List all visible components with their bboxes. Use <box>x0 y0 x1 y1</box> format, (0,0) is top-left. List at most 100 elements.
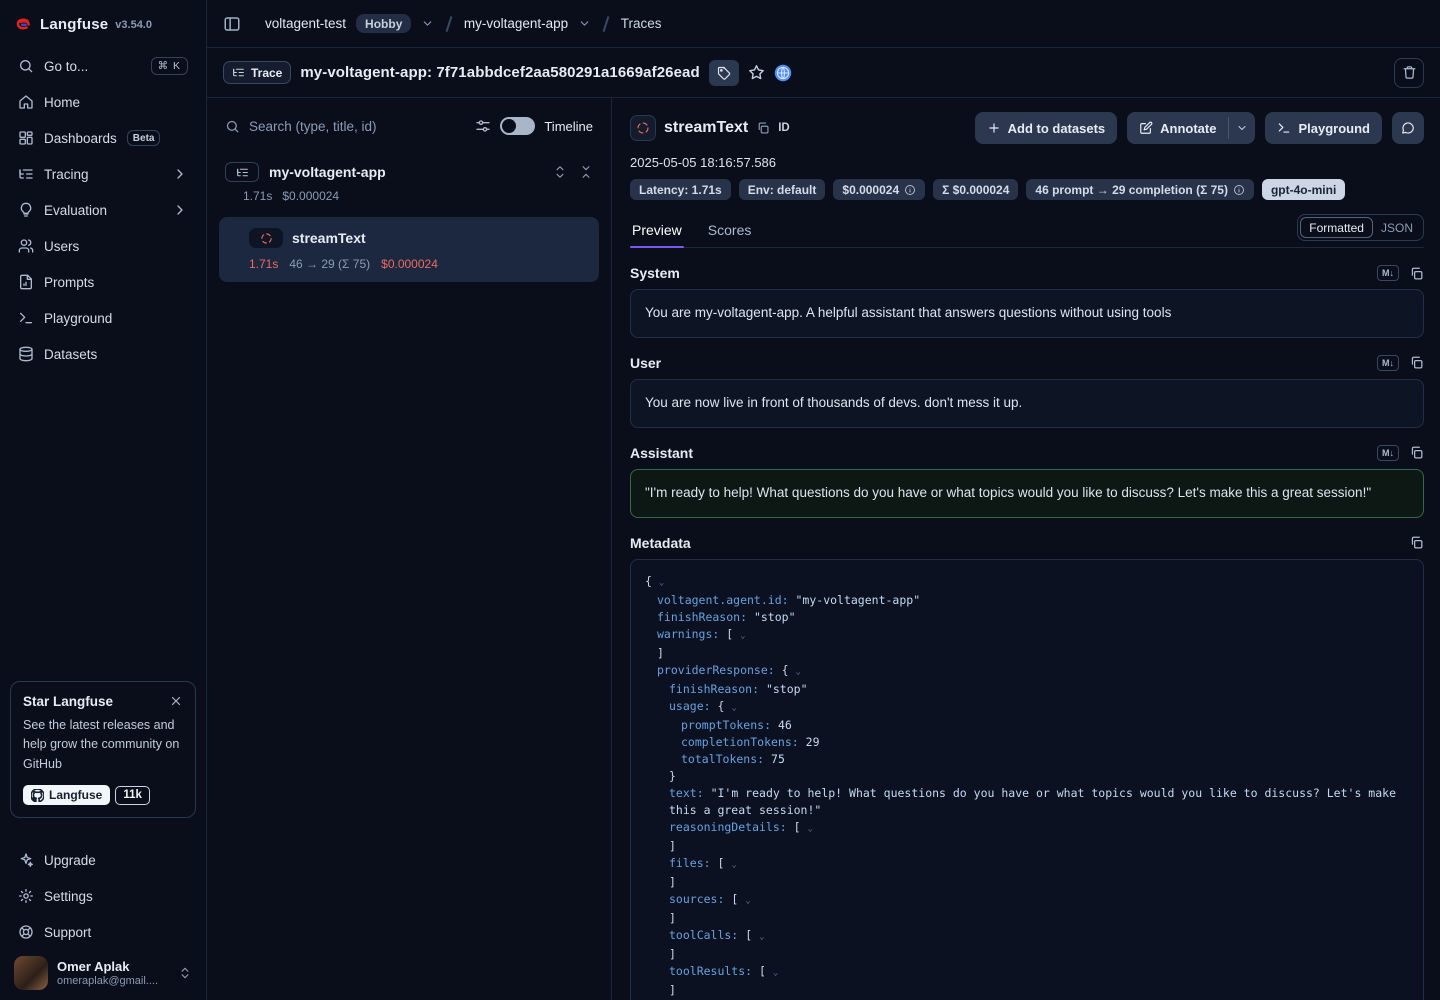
bookmark-star-icon[interactable] <box>748 64 765 81</box>
metric-badge[interactable]: $0.000024 <box>833 179 925 200</box>
format-toggle: Formatted JSON <box>1297 214 1424 241</box>
profile-email: omeraplak@gmail.... <box>57 975 158 987</box>
section-title: User <box>630 355 661 371</box>
format-option-json[interactable]: JSON <box>1373 218 1421 237</box>
breadcrumb-org[interactable]: voltagent-test <box>265 16 346 31</box>
metric-badge[interactable]: 46 prompt → 29 completion (Σ 75) <box>1026 179 1254 200</box>
json-collapse-icon[interactable]: ⌄ <box>740 631 745 641</box>
timeline-toggle[interactable] <box>500 117 535 135</box>
sidebar-item-upgrade[interactable]: Upgrade <box>10 842 196 878</box>
json-line: toolCalls: [ ⌄ <box>645 927 1409 946</box>
tab-scores[interactable]: Scores <box>706 222 754 247</box>
metric-badges: Latency: 1.71s Env: default $0.000024 Σ … <box>630 179 1424 200</box>
sidebar-item-evaluation[interactable]: Evaluation <box>10 192 196 228</box>
sidebar-item-settings[interactable]: Settings <box>10 878 196 914</box>
tab-preview[interactable]: Preview <box>630 222 684 247</box>
copy-icon[interactable] <box>1409 266 1424 281</box>
copy-id-icon[interactable] <box>756 121 770 135</box>
trash-icon <box>1402 65 1417 80</box>
sidebar-item-users[interactable]: Users <box>10 228 196 264</box>
trace-root-node[interactable]: my-voltagent-app <box>219 162 599 182</box>
format-option-formatted[interactable]: Formatted <box>1300 217 1373 238</box>
chevron-down-icon[interactable] <box>578 17 591 30</box>
assistant-message: "I'm ready to help! What questions do yo… <box>630 469 1424 518</box>
github-icon <box>31 789 44 802</box>
lightbulb-icon <box>18 202 34 218</box>
chevrons-up-down-icon[interactable] <box>178 966 192 980</box>
sidebar-item-prompts[interactable]: Prompts <box>10 264 196 300</box>
json-collapse-icon[interactable]: ⌄ <box>731 703 736 713</box>
metric-badge[interactable]: Latency: 1.71s <box>630 179 731 200</box>
json-line: providerResponse: { ⌄ <box>645 662 1409 681</box>
copy-icon[interactable] <box>1409 355 1424 370</box>
metric-badge[interactable]: Σ $0.000024 <box>933 179 1018 200</box>
add-to-datasets-button[interactable]: Add to datasets <box>975 112 1118 144</box>
breadcrumb-project[interactable]: my-voltagent-app <box>464 16 568 31</box>
sidebar-item-support[interactable]: Support <box>10 914 196 950</box>
copy-icon[interactable] <box>1409 535 1424 550</box>
sidebar-item-dashboards[interactable]: Dashboards Beta <box>10 120 196 156</box>
observation-stream-text[interactable]: streamText 1.71s 46 → 29 (Σ 75) $0.00002… <box>219 217 599 282</box>
trace-cost: $0.000024 <box>282 189 339 203</box>
playground-button[interactable]: Playground <box>1265 112 1382 144</box>
metadata-json-viewer: { ⌄voltagent.agent.id: "my-voltagent-app… <box>630 559 1424 1000</box>
info-icon <box>904 184 916 196</box>
goto-shortcut: ⌘ K <box>151 57 188 75</box>
langfuse-logo-icon <box>14 15 33 34</box>
json-collapse-icon[interactable]: ⌄ <box>773 968 778 978</box>
public-globe-icon[interactable] <box>774 64 792 82</box>
goto-button[interactable]: Go to... ⌘ K <box>10 48 196 84</box>
json-collapse-icon[interactable]: ⌄ <box>659 578 664 588</box>
detail-tabs: Preview Scores Formatted JSON <box>630 214 1424 248</box>
chevron-down-icon[interactable] <box>421 17 434 30</box>
gear-icon <box>18 888 34 904</box>
sidebar-item-tracing[interactable]: Tracing <box>10 156 196 192</box>
database-icon <box>18 346 34 362</box>
tag-button[interactable] <box>709 60 739 86</box>
observation-label: streamText <box>292 230 366 246</box>
metric-badge[interactable]: gpt-4o-mini <box>1262 179 1345 200</box>
plan-badge: Hobby <box>356 14 411 33</box>
json-line: finishReason: "stop" <box>645 681 1409 698</box>
json-line: finishReason: "stop" <box>645 609 1409 626</box>
markdown-toggle-icon[interactable]: M↓ <box>1377 265 1399 281</box>
expand-all-icon[interactable] <box>553 165 567 179</box>
terminal-icon <box>1277 121 1291 135</box>
json-line: warnings: [ ⌄ <box>645 626 1409 645</box>
json-line: voltagent.agent.id: "my-voltagent-app" <box>645 592 1409 609</box>
section-system: System M↓ You are my-voltagent-app. A he… <box>630 265 1424 338</box>
collapse-all-icon[interactable] <box>579 165 593 179</box>
filter-sliders-icon[interactable] <box>475 118 491 134</box>
search-input[interactable] <box>249 119 466 134</box>
sidebar-toggle-icon[interactable] <box>223 15 241 33</box>
breadcrumb-section[interactable]: Traces <box>621 16 662 31</box>
github-star-button[interactable]: Langfuse <box>23 785 110 805</box>
sparkle-icon <box>18 852 34 868</box>
json-collapse-icon[interactable]: ⌄ <box>796 667 801 677</box>
sidebar-item-datasets[interactable]: Datasets <box>10 336 196 372</box>
star-card-body: See the latest releases and help grow th… <box>23 716 183 774</box>
user-profile[interactable]: Omer Aplak omeraplak@gmail.... <box>10 950 196 990</box>
json-collapse-icon[interactable]: ⌄ <box>808 824 813 834</box>
copy-icon[interactable] <box>1409 445 1424 460</box>
markdown-toggle-icon[interactable]: M↓ <box>1377 355 1399 371</box>
comment-button[interactable] <box>1392 112 1424 144</box>
json-line: completionTokens: 29 <box>645 734 1409 751</box>
json-collapse-icon[interactable]: ⌄ <box>731 860 736 870</box>
json-line: text: "I'm ready to help! What questions… <box>645 785 1409 819</box>
sidebar-item-home[interactable]: Home <box>10 84 196 120</box>
annotate-dropdown-button[interactable] <box>1229 112 1255 144</box>
json-line: ] <box>645 838 1409 855</box>
trace-latency: 1.71s <box>243 189 272 203</box>
trace-header: Trace my-voltagent-app: 7f71abbdcef2aa58… <box>207 48 1440 98</box>
json-collapse-icon[interactable]: ⌄ <box>745 896 750 906</box>
section-title: System <box>630 265 680 281</box>
close-icon[interactable] <box>169 694 183 708</box>
annotate-button[interactable]: Annotate <box>1127 112 1228 144</box>
json-line: ] <box>645 874 1409 891</box>
sidebar-item-playground[interactable]: Playground <box>10 300 196 336</box>
json-collapse-icon[interactable]: ⌄ <box>759 932 764 942</box>
metric-badge[interactable]: Env: default <box>739 179 826 200</box>
delete-trace-button[interactable] <box>1394 58 1424 88</box>
markdown-toggle-icon[interactable]: M↓ <box>1377 445 1399 461</box>
